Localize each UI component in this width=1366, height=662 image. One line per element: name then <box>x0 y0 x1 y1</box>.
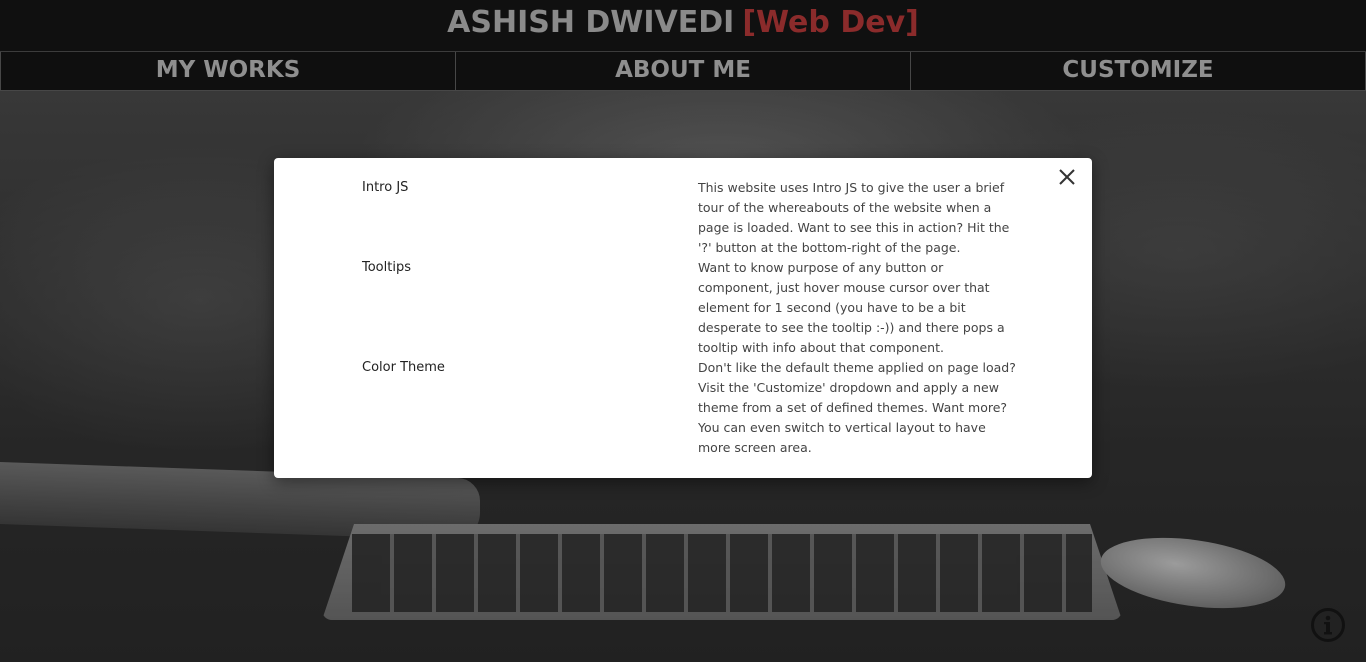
feature-title: Tooltips <box>362 260 411 275</box>
site-title-name: ASHISH DWIVEDI <box>447 5 735 40</box>
close-icon <box>1059 169 1075 185</box>
nav-my-works[interactable]: MY WORKS <box>0 52 456 91</box>
feature-description: This website uses Intro JS to give the u… <box>698 180 1010 255</box>
info-icon <box>1311 608 1345 642</box>
site-title-role: [Web Dev] <box>742 5 919 40</box>
info-button[interactable] <box>1310 607 1346 643</box>
site-title: ASHISH DWIVEDI [Web Dev] <box>447 5 919 41</box>
nav-customize[interactable]: CUSTOMIZE <box>910 52 1366 91</box>
features-modal: Intro JS This website uses Intro JS to g… <box>274 158 1092 478</box>
feature-title: Intro JS <box>362 180 409 195</box>
feature-description: Don't like the default theme applied on … <box>698 360 1016 455</box>
main-nav: MY WORKS ABOUT ME CUSTOMIZE <box>0 52 1366 91</box>
nav-about-me[interactable]: ABOUT ME <box>455 52 911 91</box>
close-button[interactable] <box>1056 166 1078 188</box>
feature-title: Color Theme <box>362 360 445 375</box>
site-header: ASHISH DWIVEDI [Web Dev] <box>0 0 1366 52</box>
feature-description: Want to know purpose of any button or co… <box>698 260 1005 355</box>
